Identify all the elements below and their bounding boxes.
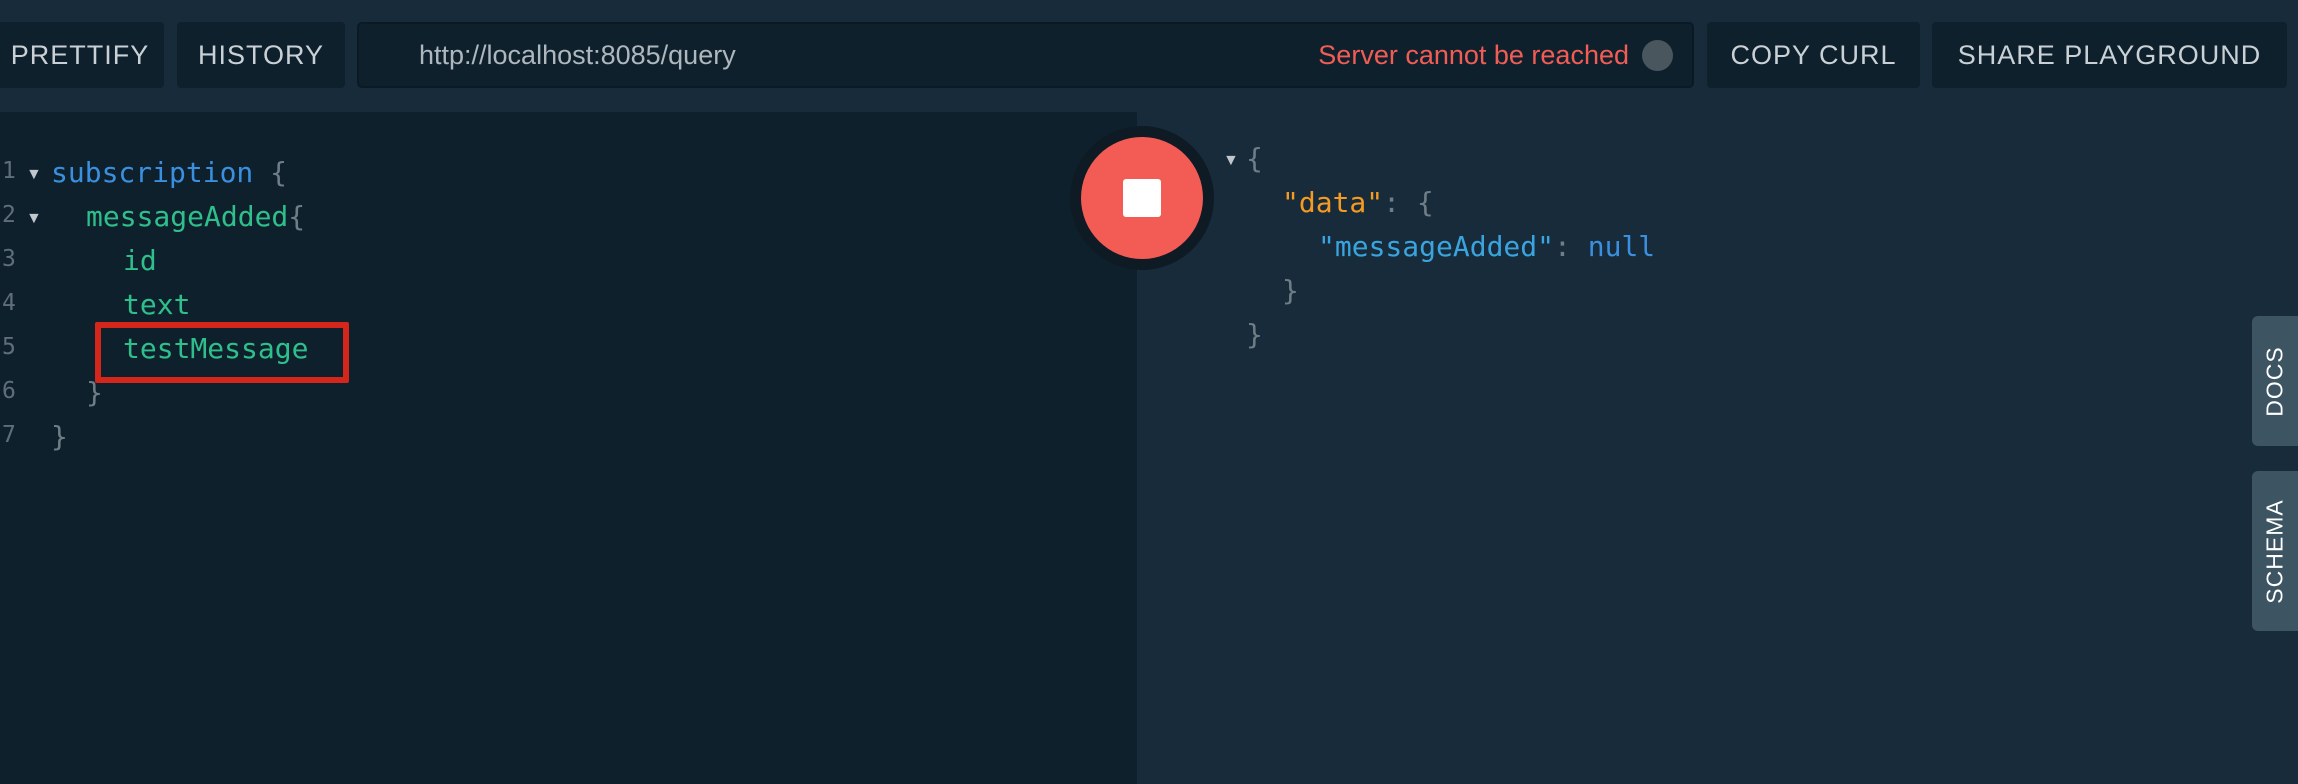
brace: }: [1246, 318, 1263, 351]
brace: {: [1246, 142, 1263, 175]
schema-tab[interactable]: SCHEMA: [2252, 471, 2298, 631]
server-status-text: Server cannot be reached: [1318, 39, 1629, 70]
fold-arrow-icon[interactable]: ▼: [26, 166, 42, 184]
line-number: 4: [2, 290, 16, 316]
colon: :: [1554, 230, 1571, 263]
result-line-4: }: [1282, 274, 1299, 307]
result-line-5: }: [1246, 318, 1263, 351]
line-number: 5: [2, 334, 16, 360]
stop-button-circle: [1081, 137, 1203, 259]
copy-curl-button[interactable]: COPY CURL: [1707, 22, 1920, 88]
prettify-button[interactable]: PRETTIFY: [0, 22, 164, 88]
code-line-2: messageAdded{: [86, 200, 305, 233]
field-text: text: [123, 288, 191, 321]
result-viewer: ▼ { "data": { "messageAdded": null } }: [1137, 112, 2298, 784]
colon: :: [1383, 186, 1401, 219]
toolbar: PRETTIFY HISTORY http://localhost:8085/q…: [0, 0, 2298, 112]
result-line-3: "messageAdded": null: [1318, 230, 1655, 263]
json-key-messageAdded: "messageAdded": [1318, 230, 1555, 263]
schema-tab-label: SCHEMA: [2261, 498, 2288, 604]
docs-tab[interactable]: DOCS: [2252, 316, 2298, 446]
history-button[interactable]: HISTORY: [177, 22, 345, 88]
brace: }: [51, 420, 68, 453]
code-line-4: text: [123, 288, 190, 321]
endpoint-url-input[interactable]: http://localhost:8085/query Server canno…: [357, 22, 1694, 88]
line-number: 3: [2, 246, 16, 272]
brace: {: [1416, 186, 1434, 219]
highlight-annotation: [95, 322, 349, 383]
line-number: 1: [2, 158, 16, 184]
brace: }: [1282, 274, 1299, 307]
share-playground-button[interactable]: SHARE PLAYGROUND: [1932, 22, 2287, 88]
line-number: 7: [2, 422, 16, 448]
query-editor[interactable]: 1 2 3 4 5 6 7 ▼ ▼ subscription { message…: [0, 112, 1137, 784]
stop-subscription-button[interactable]: [1070, 126, 1214, 270]
brace: {: [270, 156, 288, 189]
json-key-data: "data": [1282, 186, 1384, 219]
json-null-value: null: [1587, 230, 1656, 263]
status-dot-icon: [1642, 40, 1673, 71]
endpoint-url-text: http://localhost:8085/query: [419, 39, 736, 70]
result-line-2: "data": {: [1282, 186, 1434, 219]
field-messageAdded: messageAdded: [86, 200, 289, 233]
line-number: 2: [2, 202, 16, 228]
fold-arrow-icon[interactable]: ▼: [26, 210, 42, 228]
fold-arrow-icon[interactable]: ▼: [1223, 152, 1239, 170]
stop-icon: [1123, 179, 1161, 217]
result-line-1: {: [1246, 142, 1263, 175]
code-line-3: id: [123, 244, 157, 277]
subscription-keyword: subscription: [51, 156, 254, 189]
line-number: 6: [2, 378, 16, 404]
brace: {: [288, 200, 306, 233]
code-line-1: subscription {: [51, 156, 287, 189]
code-line-7: }: [51, 420, 68, 453]
field-id: id: [123, 244, 157, 277]
docs-tab-label: DOCS: [2261, 345, 2288, 417]
